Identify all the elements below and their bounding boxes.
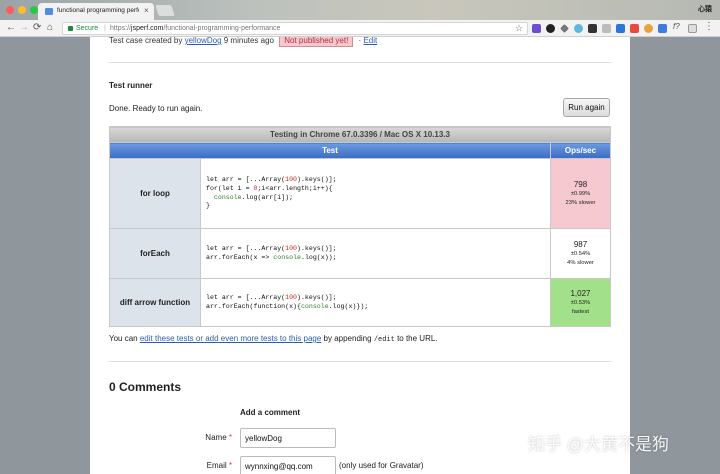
- add-comment-heading: Add a comment: [240, 408, 301, 417]
- author-link[interactable]: yellowDog: [185, 37, 222, 45]
- watermark: 知乎 @大黄不是狗: [528, 435, 669, 454]
- email-field[interactable]: [240, 456, 336, 474]
- page-content: Test case created by yellowDog 9 minutes…: [90, 37, 630, 474]
- ops-result: 798 ±0.99% 23% slower: [550, 158, 611, 229]
- browser-tab[interactable]: functional programming perfo ×: [38, 3, 154, 20]
- close-window-button[interactable]: [6, 6, 14, 14]
- url-scheme: https://: [110, 25, 132, 32]
- browser-menu-icon[interactable]: ⋮: [704, 21, 714, 32]
- url-path: /functional-programming-performance: [163, 25, 281, 32]
- home-icon[interactable]: ⌂: [47, 22, 53, 34]
- meta-prefix: Test case created by: [109, 37, 183, 45]
- browser-toolbar: ← → ⟳ ⌂ Secure | https://jsperf.com/func…: [0, 20, 720, 37]
- edit-instructions: You can edit these tests or add even mor…: [109, 334, 438, 344]
- ops-error: ±0.53%: [570, 300, 591, 306]
- page-extension-icon[interactable]: [602, 24, 611, 33]
- lock-icon: [68, 26, 73, 31]
- meta-separator: ·: [358, 37, 362, 45]
- ops-error: ±0.54%: [570, 251, 591, 257]
- test-code: let arr = [...Array(100).keys()]; arr.fo…: [200, 228, 551, 279]
- email-label-text: Email: [206, 461, 227, 470]
- column-header-test: Test: [109, 142, 551, 159]
- page-favicon-icon: [45, 8, 53, 15]
- ops-value: 987: [573, 240, 588, 249]
- email-label: Email *: [172, 461, 232, 470]
- eye-extension-icon[interactable]: [546, 24, 555, 33]
- divider: [109, 62, 611, 63]
- forward-arrow-icon[interactable]: →: [19, 22, 29, 34]
- results-caption: Testing in Chrome 67.0.3396 / Mac OS X 1…: [109, 126, 611, 143]
- cast-extension-icon[interactable]: [688, 24, 697, 33]
- vue-devtools-icon[interactable]: [560, 24, 569, 33]
- back-arrow-icon[interactable]: ←: [6, 22, 16, 34]
- instructions-mid: by appending: [323, 334, 372, 343]
- json-extension-icon[interactable]: [658, 24, 667, 33]
- fx-extension-icon[interactable]: f?: [673, 22, 680, 31]
- address-bar[interactable]: Secure | https://jsperf.com/functional-p…: [62, 22, 528, 35]
- name-label: Name *: [172, 433, 232, 442]
- meta-time: 9 minutes ago: [223, 37, 275, 45]
- maximize-window-button[interactable]: [30, 6, 38, 14]
- column-header-ops: Ops/sec: [550, 142, 611, 159]
- results-table: Testing in Chrome 67.0.3396 / Mac OS X 1…: [109, 126, 611, 327]
- test-case-meta: Test case created by yellowDog 9 minutes…: [109, 37, 377, 47]
- unpublished-badge: Not published yet!: [279, 37, 354, 47]
- edit-tests-link[interactable]: edit these tests or add even more tests …: [140, 334, 321, 343]
- tab-close-icon[interactable]: ×: [144, 6, 149, 15]
- url-host: jsperf.com: [131, 25, 164, 32]
- page-viewport: Test case created by yellowDog 9 minutes…: [0, 37, 720, 474]
- test-code: let arr = [...Array(100).keys()]; arr.fo…: [200, 278, 551, 327]
- ops-error: ±0.99%: [570, 191, 591, 197]
- instructions-prefix: You can: [109, 334, 138, 343]
- runner-status: Done. Ready to run again.: [109, 104, 203, 113]
- web-extension-icon[interactable]: [644, 24, 653, 33]
- tab-title: functional programming perfo: [57, 7, 139, 14]
- color-picker-extension-icon[interactable]: [630, 24, 639, 33]
- react-devtools-icon[interactable]: [574, 24, 583, 33]
- name-field[interactable]: [240, 428, 336, 448]
- required-mark: *: [228, 461, 232, 470]
- secure-label: Secure: [76, 25, 99, 32]
- redux-devtools-icon[interactable]: [588, 24, 597, 33]
- minimize-window-button[interactable]: [18, 6, 26, 14]
- address-separator: |: [104, 25, 106, 32]
- ops-value: 798: [573, 180, 588, 189]
- comments-heading: 0 Comments: [109, 380, 182, 394]
- divider: [109, 361, 611, 362]
- ops-value: 1,027: [570, 289, 591, 298]
- reload-icon[interactable]: ⟳: [33, 22, 41, 34]
- bookmark-star-icon[interactable]: ☆: [515, 23, 523, 34]
- test-name: for loop: [109, 158, 201, 229]
- edit-path: /edit: [373, 336, 395, 344]
- test-code: let arr = [...Array(100).keys()]; for(le…: [200, 158, 551, 229]
- table-row: diff arrow function let arr = [...Array(…: [109, 278, 611, 327]
- test-name: diff arrow function: [109, 278, 201, 327]
- test-runner-heading: Test runner: [109, 81, 153, 90]
- required-mark: *: [228, 433, 232, 442]
- name-label-text: Name: [205, 433, 227, 442]
- edit-link[interactable]: Edit: [363, 37, 377, 45]
- extension-icon[interactable]: [532, 24, 541, 33]
- run-again-button[interactable]: Run again: [563, 98, 610, 117]
- url-text: https://jsperf.com/functional-programmin…: [110, 24, 280, 34]
- table-row: forEach let arr = [...Array(100).keys()]…: [109, 228, 611, 279]
- browser-tab-bar: functional programming perfo × 心猿: [0, 0, 720, 20]
- ops-note: 23% slower: [565, 200, 596, 206]
- ops-result: 987 ±0.54% 4% slower: [550, 228, 611, 279]
- email-hint: (only used for Gravatar): [339, 461, 424, 470]
- ops-note: 4% slower: [567, 260, 594, 266]
- ops-result: 1,027 ±0.53% fastest: [550, 278, 611, 327]
- instructions-suffix: to the URL.: [397, 334, 438, 343]
- table-row: for loop let arr = [...Array(100).keys()…: [109, 158, 611, 229]
- translate-extension-icon[interactable]: [616, 24, 625, 33]
- test-name: forEach: [109, 228, 201, 279]
- ops-note: fastest: [571, 309, 590, 315]
- new-tab-button[interactable]: [155, 5, 175, 16]
- profile-name[interactable]: 心猿: [698, 4, 712, 14]
